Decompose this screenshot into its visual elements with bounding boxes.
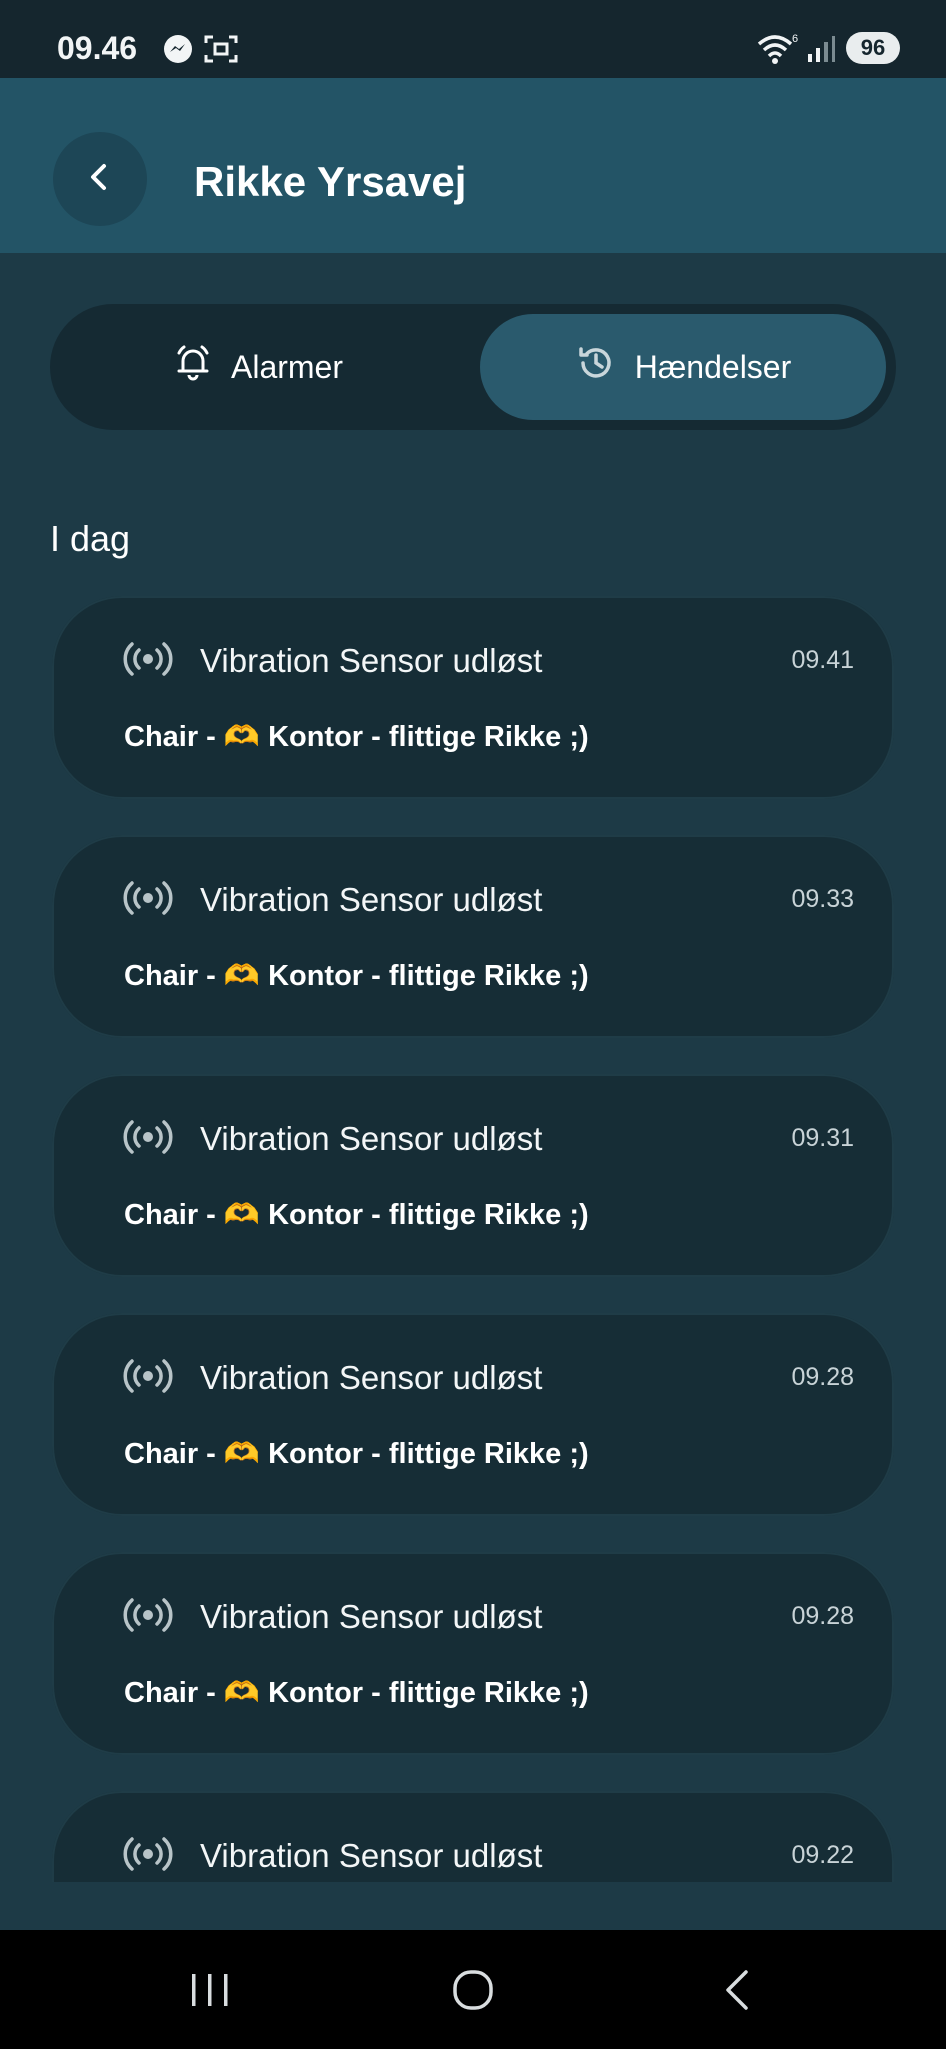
vibration-sensor-icon <box>122 1835 174 1878</box>
tab-switcher: Alarmer Hændelser <box>50 304 896 430</box>
tab-haendelser[interactable]: Hændelser <box>480 314 886 420</box>
history-icon <box>575 342 617 392</box>
system-nav-bar <box>0 1930 946 2049</box>
vibration-sensor-icon <box>122 1596 174 1639</box>
screenshot-icon <box>204 34 238 69</box>
event-card[interactable]: Vibration Sensor udløst 09.22 <box>52 1791 894 1882</box>
event-time: 09.31 <box>791 1124 854 1152</box>
event-card[interactable]: Vibration Sensor udløst 09.33 Chair - 🫶 … <box>52 835 894 1038</box>
event-title: Vibration Sensor udløst <box>200 1120 543 1157</box>
vibration-sensor-icon <box>122 1118 174 1161</box>
event-title: Vibration Sensor udløst <box>200 1598 543 1635</box>
status-time: 09.46 <box>57 30 138 66</box>
svg-text:6: 6 <box>792 33 798 45</box>
wifi-icon: 6 <box>755 32 799 69</box>
back-icon[interactable] <box>720 1968 756 2017</box>
event-list[interactable]: Vibration Sensor udløst 09.41 Chair - 🫶 … <box>52 596 894 1882</box>
event-card[interactable]: Vibration Sensor udløst 09.28 Chair - 🫶 … <box>52 1552 894 1755</box>
event-title: Vibration Sensor udløst <box>200 1837 543 1874</box>
event-subtitle: Chair - 🫶 Kontor - flittige Rikke ;) <box>124 1438 589 1470</box>
battery-indicator: 96 <box>846 32 900 64</box>
event-subtitle: Chair - 🫶 Kontor - flittige Rikke ;) <box>124 1199 589 1231</box>
event-title: Vibration Sensor udløst <box>200 881 543 918</box>
section-title: I dag <box>50 518 131 559</box>
event-subtitle: Chair - 🫶 Kontor - flittige Rikke ;) <box>124 721 589 753</box>
event-time: 09.28 <box>791 1363 854 1391</box>
event-time: 09.28 <box>791 1602 854 1630</box>
event-card[interactable]: Vibration Sensor udløst 09.31 Chair - 🫶 … <box>52 1074 894 1277</box>
vibration-sensor-icon <box>122 879 174 922</box>
event-time: 09.22 <box>791 1841 854 1869</box>
tab-haendelser-label: Hændelser <box>634 348 792 385</box>
page-title: Rikke Yrsavej <box>194 158 467 205</box>
app-bar: Rikke Yrsavej <box>0 78 946 253</box>
event-title: Vibration Sensor udløst <box>200 1359 543 1396</box>
home-icon[interactable] <box>451 1968 495 2017</box>
recents-icon[interactable] <box>188 1970 232 2015</box>
event-time: 09.41 <box>791 646 854 674</box>
event-subtitle: Chair - 🫶 Kontor - flittige Rikke ;) <box>124 1677 589 1709</box>
bell-icon <box>173 343 213 391</box>
vibration-sensor-icon <box>122 640 174 683</box>
tab-alarmer-label: Alarmer <box>230 348 343 385</box>
status-bar: 09.46 6 96 <box>0 0 946 78</box>
event-time: 09.33 <box>791 885 854 913</box>
event-card[interactable]: Vibration Sensor udløst 09.28 Chair - 🫶 … <box>52 1313 894 1516</box>
event-card[interactable]: Vibration Sensor udløst 09.41 Chair - 🫶 … <box>52 596 894 799</box>
back-button[interactable] <box>53 132 147 226</box>
event-subtitle: Chair - 🫶 Kontor - flittige Rikke ;) <box>124 960 589 992</box>
event-title: Vibration Sensor udløst <box>200 642 543 679</box>
vibration-sensor-icon <box>122 1357 174 1400</box>
messenger-icon <box>162 33 194 70</box>
signal-icon <box>806 34 836 69</box>
chevron-left-icon <box>83 160 117 199</box>
tab-alarmer[interactable]: Alarmer <box>58 314 458 420</box>
